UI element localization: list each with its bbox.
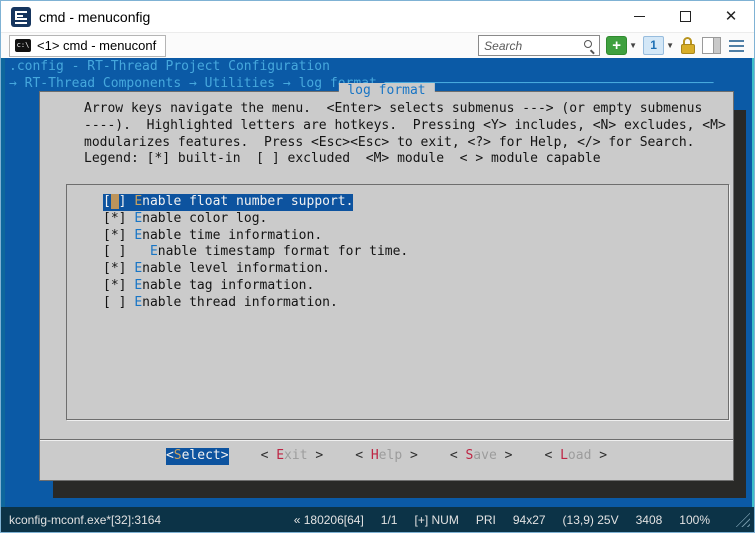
- search-box: [478, 35, 600, 56]
- status-priority: PRI: [476, 513, 496, 527]
- menu-item-float-number[interactable]: [ ] Enable float number support.: [103, 194, 353, 211]
- menuconfig-dialog: log format Arrow keys navigate the menu.…: [39, 91, 734, 481]
- single-pane-button[interactable]: 1: [643, 36, 664, 55]
- status-cursor-pos: (13,9) 25V: [563, 513, 619, 527]
- status-console-size: 94x27: [513, 513, 546, 527]
- menu-item-thread-info[interactable]: [ ] Enable thread information.: [103, 295, 338, 312]
- menu-hamburger-icon[interactable]: [727, 38, 746, 54]
- maximize-button[interactable]: [662, 1, 708, 32]
- menu-item-timestamp-format[interactable]: [ ] Enable timestamp format for time.: [103, 244, 408, 261]
- status-console-count: 1/1: [381, 513, 398, 527]
- select-button[interactable]: <Select>: [166, 448, 229, 465]
- tab-label: <1> cmd - menuconf: [37, 38, 156, 53]
- help-button[interactable]: < Help >: [355, 448, 418, 465]
- menu-item-tag-info[interactable]: [*] Enable tag information.: [103, 278, 314, 295]
- button-separator: [40, 439, 733, 440]
- status-num-lock: [+] NUM: [414, 513, 458, 527]
- menu-item-level-info[interactable]: [*] Enable level information.: [103, 261, 330, 278]
- lock-icon[interactable]: [680, 36, 696, 55]
- console-right-edge: [752, 58, 754, 507]
- text-cursor: [111, 194, 119, 209]
- tab-cmd-menuconf[interactable]: c:\ <1> cmd - menuconf: [9, 35, 166, 57]
- conemu-app-icon: [11, 7, 31, 27]
- pane-dropdown-icon[interactable]: ▼: [666, 41, 674, 50]
- tab-bar: c:\ <1> cmd - menuconf + ▼ 1 ▼: [1, 32, 754, 58]
- window-title: cmd - menuconfig: [39, 9, 150, 25]
- new-console-dropdown-icon[interactable]: ▼: [629, 41, 637, 50]
- kconfig-backtitle: .config - RT-Thread Project Configuratio…: [9, 59, 330, 76]
- cmd-icon: c:\: [15, 39, 31, 52]
- menu-listbox: [ ] Enable float number support. [*] Ena…: [66, 184, 729, 420]
- resize-grip[interactable]: [735, 512, 750, 527]
- minimize-icon: [634, 16, 645, 17]
- sidebar-panel-icon[interactable]: [702, 37, 721, 54]
- new-console-button[interactable]: +: [606, 36, 627, 55]
- status-bar: kconfig-mconf.exe*[32]:3164 « 180206[64]…: [1, 507, 754, 532]
- search-icon[interactable]: [583, 39, 596, 52]
- status-process-info: kconfig-mconf.exe*[32]:3164: [9, 513, 161, 527]
- menu-item-color-log[interactable]: [*] Enable color log.: [103, 211, 267, 228]
- title-bar: cmd - menuconfig ✕: [1, 1, 754, 32]
- status-zoom: 100%: [679, 513, 710, 527]
- dialog-button-row: <Select> < Exit > < Help > < Save > < Lo…: [40, 448, 733, 465]
- minimize-button[interactable]: [616, 1, 662, 32]
- status-memory: 3408: [636, 513, 663, 527]
- exit-button[interactable]: < Exit >: [261, 448, 324, 465]
- status-build-info: « 180206[64]: [294, 513, 364, 527]
- conemu-window: cmd - menuconfig ✕ c:\ <1> cmd - menucon…: [0, 0, 755, 533]
- close-icon: ✕: [725, 9, 738, 24]
- console-left-edge: [1, 58, 5, 507]
- dialog-title: log format: [338, 83, 434, 100]
- search-input[interactable]: [478, 35, 600, 56]
- load-button[interactable]: < Load >: [544, 448, 607, 465]
- maximize-icon: [680, 11, 691, 22]
- terminal-console: .config - RT-Thread Project Configuratio…: [1, 58, 754, 507]
- menu-item-time-info[interactable]: [*] Enable time information.: [103, 228, 322, 245]
- close-button[interactable]: ✕: [708, 1, 754, 32]
- save-button[interactable]: < Save >: [450, 448, 513, 465]
- dialog-help-text: Arrow keys navigate the menu. <Enter> se…: [84, 101, 726, 168]
